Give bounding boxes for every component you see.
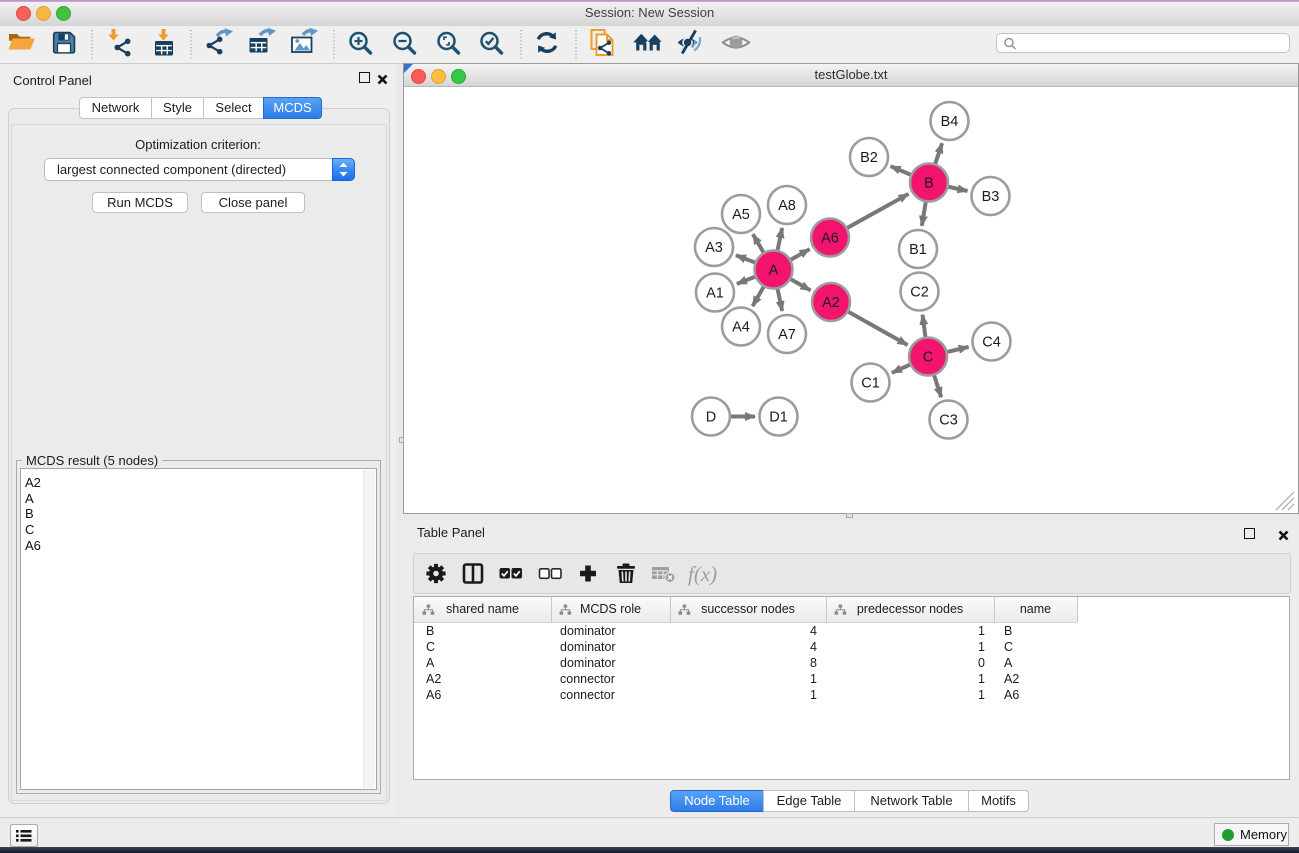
svg-text:A5: A5 [732, 207, 750, 223]
svg-text:B1: B1 [909, 242, 927, 258]
svg-text:A: A [769, 263, 779, 279]
svg-text:C1: C1 [861, 376, 880, 392]
svg-text:D1: D1 [769, 410, 788, 426]
svg-text:C: C [923, 350, 933, 366]
svg-text:f(x): f(x) [688, 562, 717, 586]
svg-text:B2: B2 [860, 150, 878, 166]
svg-text:A7: A7 [778, 327, 796, 343]
svg-text:B3: B3 [982, 189, 1000, 205]
svg-text:A1: A1 [706, 286, 724, 302]
svg-text:A8: A8 [778, 198, 796, 214]
svg-text:B4: B4 [941, 114, 959, 130]
svg-text:D: D [706, 410, 716, 426]
svg-text:A6: A6 [821, 231, 839, 247]
svg-text:B: B [924, 176, 934, 192]
svg-text:A2: A2 [822, 295, 840, 311]
svg-text:A3: A3 [705, 240, 723, 256]
svg-text:C3: C3 [939, 413, 958, 429]
svg-text:A4: A4 [732, 320, 750, 336]
svg-text:C4: C4 [982, 335, 1001, 351]
svg-text:C2: C2 [910, 285, 929, 301]
